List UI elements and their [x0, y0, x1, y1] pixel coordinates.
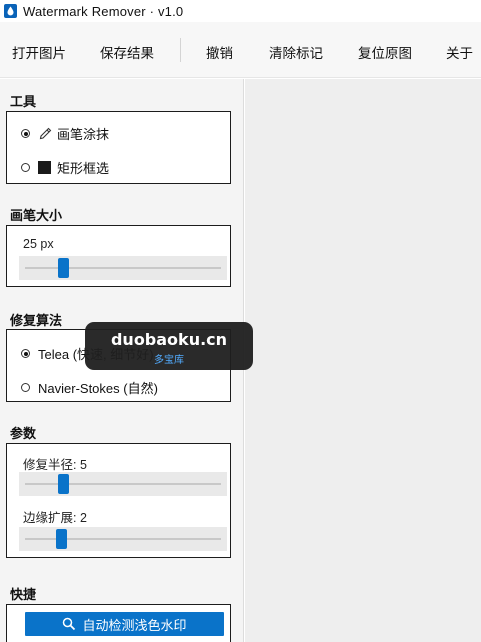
tool-brush-label: 画笔涂抹 — [57, 127, 110, 142]
brush-icon — [39, 127, 52, 139]
params-group: 修复半径: 5 边缘扩展: 2 — [6, 443, 231, 558]
slider-track — [25, 267, 221, 269]
menu-bar: 打开图片 保存结果 撤销 清除标记 复位原图 关于 — [0, 22, 481, 78]
slider-track — [25, 483, 221, 485]
tool-rect-option[interactable]: 矩形框选 — [21, 158, 109, 177]
rectangle-icon — [38, 161, 51, 174]
tool-rect-label: 矩形框选 — [57, 161, 110, 176]
algo-ns-label: Navier-Stokes (自然) — [38, 381, 158, 396]
menu-separator — [180, 38, 181, 62]
auto-detect-label: 自动检测浅色水印 — [82, 617, 187, 633]
tool-rect-radio[interactable] — [21, 163, 30, 172]
repair-radius-slider[interactable] — [19, 472, 227, 496]
params-title: 参数 — [10, 426, 37, 441]
tools-group: 画笔涂抹 矩形框选 — [6, 111, 231, 184]
search-icon — [63, 617, 76, 631]
algo-ns-radio[interactable] — [21, 383, 30, 392]
watermark-subtext: 多宝库 — [154, 355, 184, 366]
menu-clear-marks[interactable]: 清除标记 — [269, 42, 323, 62]
menu-save-result[interactable]: 保存结果 — [100, 42, 154, 62]
slider-thumb[interactable] — [58, 474, 69, 494]
algorithm-title: 修复算法 — [10, 313, 63, 328]
water-drop-icon — [4, 4, 17, 18]
slider-track — [25, 538, 221, 540]
watermark-text: duobaoku.cn — [110, 330, 228, 349]
tool-brush-radio[interactable] — [21, 129, 30, 138]
edge-dilate-slider[interactable] — [19, 527, 227, 551]
quick-group: 自动检测浅色水印 — [6, 604, 231, 642]
watermark-overlay: duobaoku.cn 多宝库 — [85, 322, 253, 370]
slider-thumb[interactable] — [56, 529, 67, 549]
menu-undo[interactable]: 撤销 — [206, 42, 233, 62]
tool-brush-option[interactable]: 画笔涂抹 — [21, 124, 109, 143]
brush-size-value: 25 px — [23, 237, 54, 251]
edge-dilate-label: 边缘扩展: 2 — [23, 511, 87, 525]
algo-telea-radio[interactable] — [21, 349, 30, 358]
brush-size-group: 25 px — [6, 225, 231, 287]
slider-thumb[interactable] — [58, 258, 69, 278]
brush-size-title: 画笔大小 — [10, 208, 63, 223]
menu-about[interactable]: 关于 — [446, 42, 473, 62]
brush-size-slider[interactable] — [19, 256, 227, 280]
algo-ns-option[interactable]: Navier-Stokes (自然) — [21, 378, 158, 397]
window-title: Watermark Remover · v1.0 — [23, 3, 184, 19]
quick-title: 快捷 — [10, 587, 37, 602]
image-canvas[interactable] — [245, 79, 481, 642]
menu-open-image[interactable]: 打开图片 — [12, 42, 66, 62]
tools-section-title: 工具 — [10, 94, 37, 109]
repair-radius-label: 修复半径: 5 — [23, 458, 87, 472]
title-bar: Watermark Remover · v1.0 — [0, 0, 481, 22]
menu-reset-original[interactable]: 复位原图 — [358, 42, 412, 62]
auto-detect-button[interactable]: 自动检测浅色水印 — [25, 612, 224, 636]
